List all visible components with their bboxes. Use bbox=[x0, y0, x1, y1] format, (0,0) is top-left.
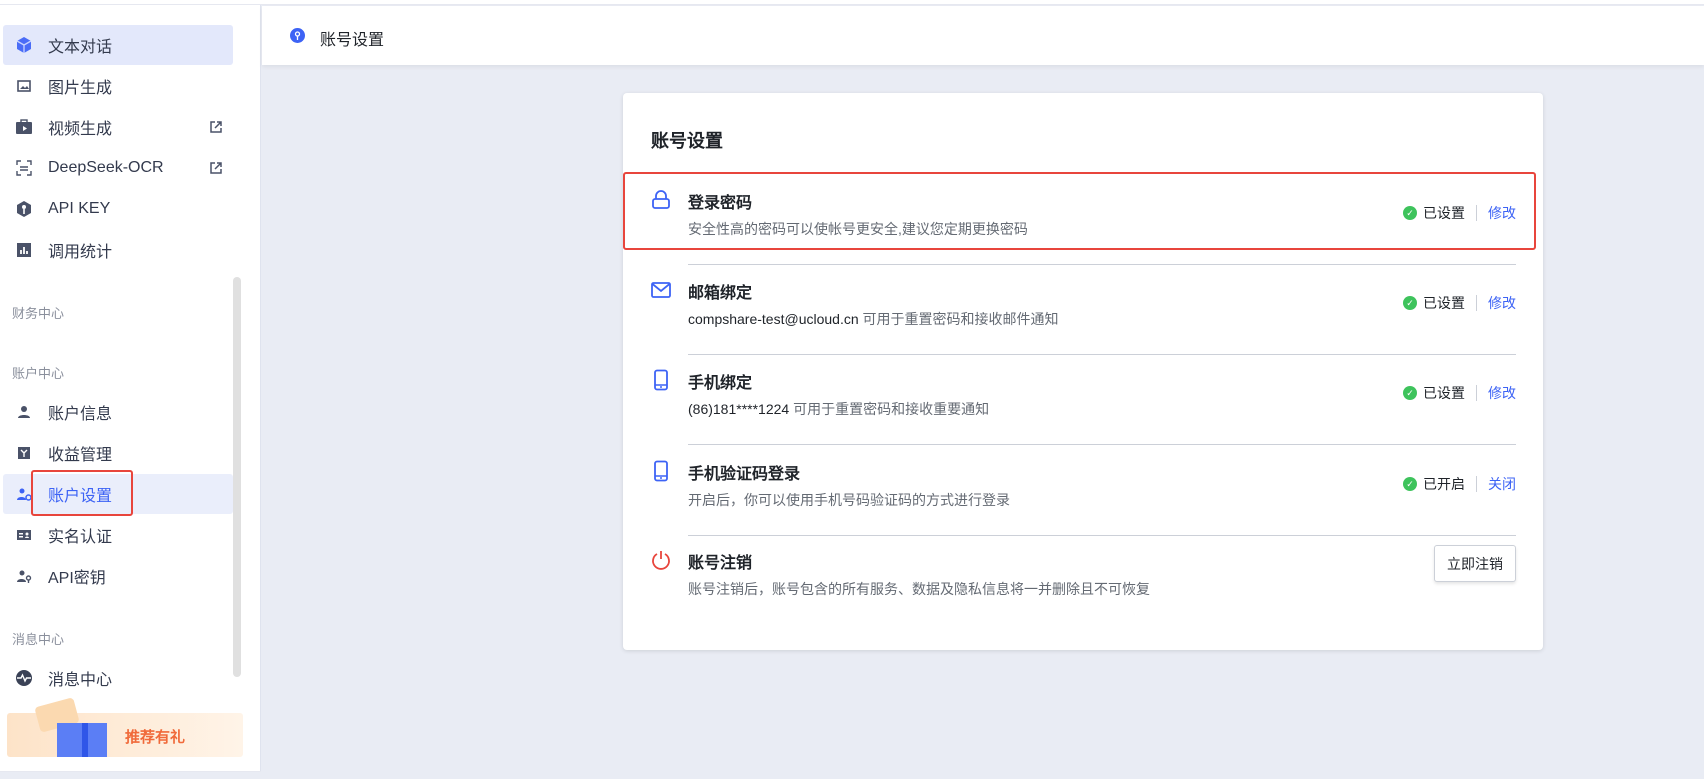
row-desc: 开启后，你可以使用手机号码验证码的方式进行登录 bbox=[688, 492, 1010, 508]
delete-account-button[interactable]: 立即注销 bbox=[1434, 545, 1516, 582]
row-phone-binding: 手机绑定 (86)181****1224 可用于重置密码和接收重要通知 ✓ 已设置… bbox=[623, 357, 1543, 445]
divider bbox=[688, 354, 1516, 355]
row-desc: compshare-test@ucloud.cn 可用于重置密码和接收邮件通知 bbox=[688, 311, 1059, 327]
sidebar-item-image-gen[interactable]: 图片生成 bbox=[3, 66, 233, 106]
sidebar-item-deepseek-ocr[interactable]: DeepSeek-OCR bbox=[3, 148, 233, 188]
section-finance: 财务中心 bbox=[12, 306, 65, 321]
email-value: compshare-test@ucloud.cn bbox=[688, 311, 859, 327]
row-sms-login: 手机验证码登录 开启后，你可以使用手机号码验证码的方式进行登录 ✓ 已开启 关闭 bbox=[623, 448, 1543, 536]
row-account-deletion: 账号注销 账号注销后，账号包含的所有服务、数据及隐私信息将一并删除且不可恢复 立… bbox=[623, 537, 1543, 625]
divider bbox=[688, 264, 1516, 265]
sidebar-item-label: DeepSeek-OCR bbox=[48, 159, 164, 176]
video-icon bbox=[16, 119, 32, 134]
power-icon bbox=[652, 551, 670, 570]
row-title: 邮箱绑定 bbox=[688, 285, 753, 302]
sidebar-item-label: 视频生成 bbox=[48, 121, 113, 138]
sidebar-item-label: 图片生成 bbox=[48, 80, 113, 97]
page-header: 账号设置 bbox=[262, 6, 1704, 65]
row-desc: (86)181****1224 可用于重置密码和接收重要通知 bbox=[688, 401, 990, 417]
sidebar-item-label: 收益管理 bbox=[48, 447, 113, 464]
sidebar-item-label: 消息中心 bbox=[48, 672, 113, 689]
section-message: 消息中心 bbox=[12, 632, 65, 647]
row-desc: 账号注销后，账号包含的所有服务、数据及隐私信息将一并删除且不可恢复 bbox=[688, 581, 1150, 597]
cube-icon bbox=[16, 37, 32, 53]
scan-icon bbox=[16, 160, 32, 176]
wallet-icon bbox=[18, 447, 30, 459]
row-email-binding: 邮箱绑定 compshare-test@ucloud.cn 可用于重置密码和接收… bbox=[623, 267, 1543, 355]
divider bbox=[688, 535, 1516, 536]
sidebar-item-video-gen[interactable]: 视频生成 bbox=[3, 107, 233, 147]
modify-email-link[interactable]: 修改 bbox=[1488, 293, 1516, 313]
sidebar-item-label: API KEY bbox=[48, 200, 111, 217]
sidebar-item-label: 实名认证 bbox=[48, 529, 113, 546]
key-shield-icon bbox=[17, 201, 31, 217]
status-text: 已设置 bbox=[1423, 385, 1465, 401]
row-title: 手机验证码登录 bbox=[688, 466, 801, 483]
pulse-icon bbox=[16, 670, 32, 686]
user-key-icon bbox=[17, 570, 32, 583]
highlight-box bbox=[31, 470, 133, 516]
page-title: 账号设置 bbox=[320, 32, 385, 49]
highlight-box bbox=[623, 172, 1536, 250]
row-title: 账号注销 bbox=[688, 555, 753, 572]
external-link-icon[interactable] bbox=[209, 161, 223, 175]
sidebar-bottom-border bbox=[0, 771, 261, 772]
sidebar: 文本对话 图片生成 视频生成 DeepSeek-OCR API KEY 调用统计… bbox=[0, 5, 261, 771]
sidebar-item-label: API密钥 bbox=[48, 570, 106, 587]
referral-banner[interactable]: 推荐有礼 bbox=[7, 698, 243, 757]
sidebar-item-earnings[interactable]: 收益管理 bbox=[3, 433, 233, 473]
sidebar-item-label: 调用统计 bbox=[48, 244, 113, 261]
status-text: 已设置 bbox=[1423, 295, 1465, 311]
phone-icon bbox=[654, 369, 668, 391]
gift-icon bbox=[35, 698, 107, 757]
section-account: 账户中心 bbox=[12, 366, 65, 381]
check-circle-icon: ✓ bbox=[1403, 296, 1417, 310]
image-icon bbox=[17, 80, 31, 92]
sidebar-item-text-chat[interactable]: 文本对话 bbox=[3, 25, 233, 65]
phone-value: (86)181****1224 bbox=[688, 401, 790, 417]
modify-phone-link[interactable]: 修改 bbox=[1488, 383, 1516, 403]
referral-banner-text: 推荐有礼 bbox=[125, 729, 186, 746]
id-card-icon bbox=[17, 530, 31, 540]
sidebar-item-label: 文本对话 bbox=[48, 39, 113, 56]
status-text: 已开启 bbox=[1423, 476, 1465, 492]
sidebar-item-api-key[interactable]: API KEY bbox=[3, 189, 233, 229]
sidebar-item-account-info[interactable]: 账户信息 bbox=[3, 392, 233, 432]
sidebar-item-usage-stats[interactable]: 调用统计 bbox=[3, 230, 233, 270]
external-link-icon[interactable] bbox=[209, 120, 223, 134]
sidebar-scrollbar[interactable] bbox=[233, 277, 241, 677]
sidebar-item-messages[interactable]: 消息中心 bbox=[3, 658, 233, 698]
divider bbox=[688, 444, 1516, 445]
sidebar-item-real-name[interactable]: 实名认证 bbox=[3, 515, 233, 555]
card-title: 账号设置 bbox=[651, 131, 723, 151]
row-title: 手机绑定 bbox=[688, 375, 753, 392]
account-settings-card: 账号设置 登录密码 安全性高的密码可以使帐号更安全,建议您定期更换密码 ✓ 已设置… bbox=[623, 93, 1543, 650]
user-icon bbox=[18, 406, 30, 418]
mail-icon bbox=[651, 282, 671, 298]
check-circle-icon: ✓ bbox=[1403, 386, 1417, 400]
key-icon bbox=[290, 28, 305, 43]
sidebar-item-label: 账户信息 bbox=[48, 406, 113, 423]
sidebar-item-api-secret[interactable]: API密钥 bbox=[3, 556, 233, 596]
bar-chart-icon bbox=[17, 243, 31, 257]
phone-icon bbox=[654, 460, 668, 482]
check-circle-icon: ✓ bbox=[1403, 477, 1417, 491]
disable-sms-login-link[interactable]: 关闭 bbox=[1488, 474, 1516, 494]
